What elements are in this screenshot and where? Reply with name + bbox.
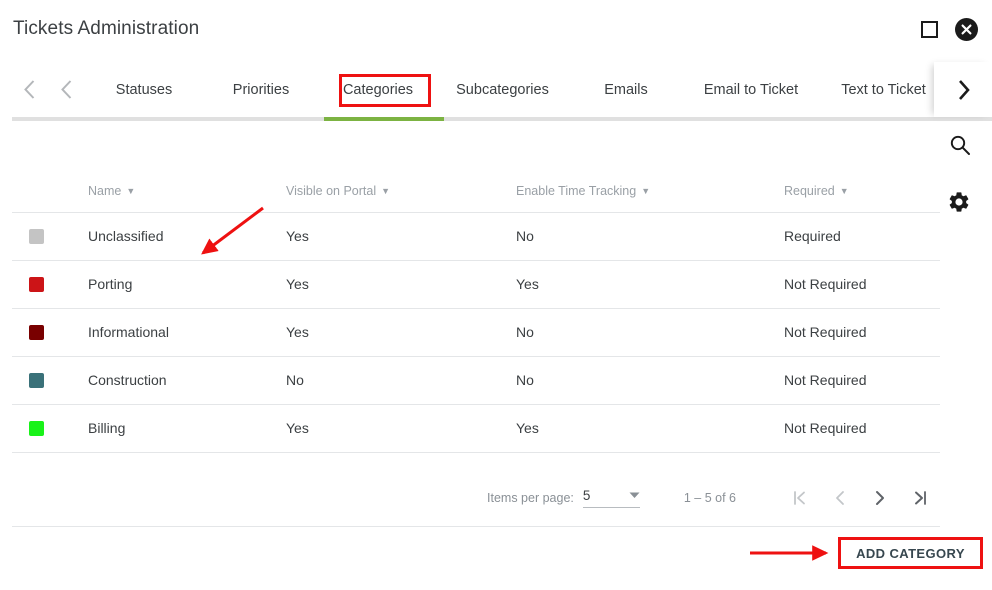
column-header-label: Enable Time Tracking xyxy=(516,183,637,198)
items-per-page-label: Items per page: xyxy=(487,491,574,505)
cell-color xyxy=(12,404,88,453)
cell-visible: Yes xyxy=(286,308,516,357)
table-body: Unclassified Yes No Required Porting Yes… xyxy=(12,212,940,453)
sort-caret-icon[interactable]: ▼ xyxy=(381,186,390,196)
tab-label: Text to Ticket xyxy=(841,81,926,98)
chevron-right-icon xyxy=(876,491,884,505)
cell-name: Porting xyxy=(88,260,286,309)
cell-visible: Yes xyxy=(286,260,516,309)
tab-label: Statuses xyxy=(115,81,173,98)
cell-required: Required xyxy=(784,212,940,261)
column-header-required[interactable]: Required ▼ xyxy=(784,130,940,213)
sort-caret-icon[interactable]: ▼ xyxy=(840,186,849,196)
tab-label: Email to Ticket xyxy=(703,81,799,98)
chevron-left-icon xyxy=(23,80,34,99)
tab-text-to-ticket[interactable]: Text to Ticket xyxy=(821,62,946,117)
tab-priorities[interactable]: Priorities xyxy=(200,62,322,117)
table-row[interactable]: Porting Yes Yes Not Required xyxy=(12,260,940,309)
page-range-label: 1 – 5 of 6 xyxy=(683,491,736,505)
tab-subcategories[interactable]: Subcategories xyxy=(434,62,571,117)
page-title: Tickets Administration xyxy=(13,18,200,39)
color-swatch xyxy=(29,228,44,244)
tab-label: Categories xyxy=(342,81,414,98)
cell-name: Unclassified xyxy=(88,212,286,261)
tab-scroll-prev-button[interactable] xyxy=(49,62,83,117)
column-header-enable-time-tracking[interactable]: Enable Time Tracking ▼ xyxy=(516,130,784,213)
tab-label: Subcategories xyxy=(456,81,549,98)
cell-required: Not Required xyxy=(784,356,940,405)
tab-label: Emails xyxy=(604,81,648,98)
window-controls xyxy=(921,18,978,41)
cell-color xyxy=(12,356,88,405)
close-circle-icon[interactable] xyxy=(955,18,978,41)
chevron-right-icon xyxy=(958,79,970,100)
tab-scroll-next-button[interactable] xyxy=(934,62,992,117)
items-per-page-select[interactable]: 5 xyxy=(582,488,640,508)
annotation-arrow-to-add-category xyxy=(750,545,829,561)
cell-color xyxy=(12,212,88,261)
cell-color xyxy=(12,260,88,309)
next-page-button[interactable] xyxy=(860,478,900,518)
categories-table-container: Name ▼ Visible on Portal ▼ Enable Time Tra… xyxy=(0,130,992,453)
table-row[interactable]: Unclassified Yes No Required xyxy=(12,212,940,261)
cell-color xyxy=(12,308,88,357)
cell-required: Not Required xyxy=(784,260,940,309)
tab-active-indicator xyxy=(324,117,444,121)
cell-time-tracking: No xyxy=(516,212,784,261)
prev-page-button[interactable] xyxy=(820,478,860,518)
cell-visible: Yes xyxy=(286,212,516,261)
column-header-color xyxy=(12,130,88,213)
chevron-left-icon xyxy=(60,80,71,99)
square-outline-icon[interactable] xyxy=(921,21,938,38)
cell-name: Construction xyxy=(88,356,286,405)
chevron-down-icon xyxy=(629,492,640,498)
column-header-visible-on-portal[interactable]: Visible on Portal ▼ xyxy=(286,130,516,213)
cell-visible: Yes xyxy=(286,404,516,453)
cell-time-tracking: No xyxy=(516,308,784,357)
tab-label: Priorities xyxy=(232,81,290,98)
column-header-label: Required xyxy=(784,183,835,198)
column-header-name[interactable]: Name ▼ xyxy=(88,130,286,213)
color-swatch xyxy=(29,372,44,388)
sort-caret-icon[interactable]: ▼ xyxy=(641,186,650,196)
column-header-label: Name xyxy=(88,183,122,198)
first-page-icon[interactable] xyxy=(780,478,820,518)
tab-statuses[interactable]: Statuses xyxy=(88,62,200,117)
tab-emails[interactable]: Emails xyxy=(571,62,681,117)
tab-email-to-ticket[interactable]: Email to Ticket xyxy=(681,62,821,117)
table-row[interactable]: Informational Yes No Not Required xyxy=(12,308,940,357)
tab-underline-track xyxy=(0,117,992,121)
categories-table: Name ▼ Visible on Portal ▼ Enable Time Tra… xyxy=(12,130,940,453)
cell-visible: No xyxy=(286,356,516,405)
cell-name: Informational xyxy=(88,308,286,357)
color-swatch xyxy=(29,324,44,340)
color-swatch xyxy=(29,420,44,436)
tab-bar: Statuses Priorities Categories Subcatego… xyxy=(0,62,992,121)
cell-time-tracking: No xyxy=(516,356,784,405)
items-per-page-value: 5 xyxy=(582,488,591,503)
last-page-icon[interactable] xyxy=(900,478,940,518)
tab-scroll-first-button[interactable] xyxy=(12,62,46,117)
cell-required: Not Required xyxy=(784,404,940,453)
cell-name: Billing xyxy=(88,404,286,453)
sort-caret-icon[interactable]: ▼ xyxy=(126,186,135,196)
cell-time-tracking: Yes xyxy=(516,404,784,453)
paginator: Items per page: 5 1 – 5 of 6 xyxy=(12,470,940,527)
tab-categories[interactable]: Categories xyxy=(322,62,434,117)
cell-time-tracking: Yes xyxy=(516,260,784,309)
table-header-row: Name ▼ Visible on Portal ▼ Enable Time Tra… xyxy=(12,130,940,213)
table-row[interactable]: Construction No No Not Required xyxy=(12,356,940,405)
table-row[interactable]: Billing Yes Yes Not Required xyxy=(12,404,940,453)
tab-list: Statuses Priorities Categories Subcatego… xyxy=(88,62,946,117)
window-title-bar: Tickets Administration xyxy=(0,0,992,62)
column-header-label: Visible on Portal xyxy=(286,183,377,198)
color-swatch xyxy=(29,276,44,292)
cell-required: Not Required xyxy=(784,308,940,357)
chevron-left-icon xyxy=(836,491,844,505)
add-category-button[interactable]: ADD CATEGORY xyxy=(843,541,978,565)
